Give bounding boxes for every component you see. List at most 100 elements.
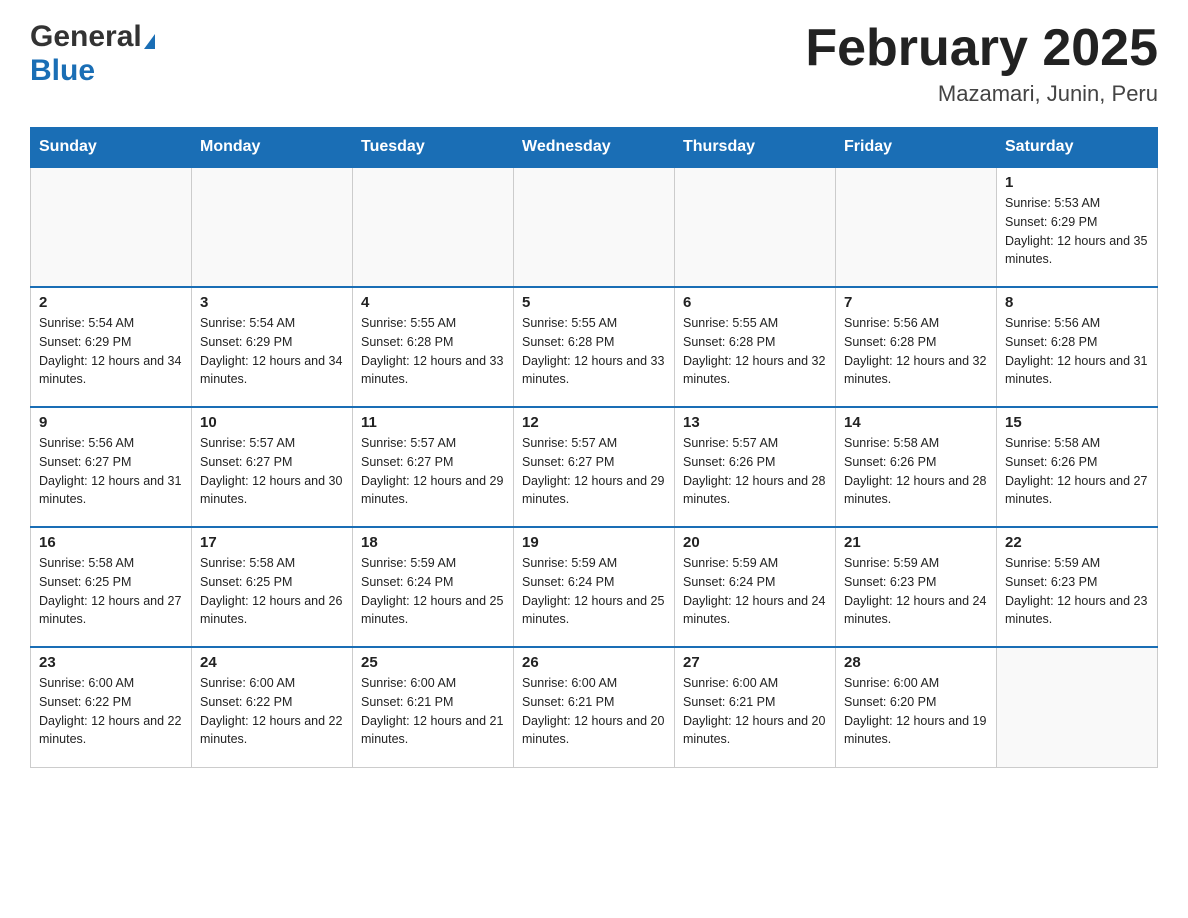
col-thursday: Thursday (675, 128, 836, 168)
day-number: 19 (522, 534, 666, 551)
day-info-text: Sunset: 6:23 PM (844, 573, 988, 592)
day-number: 16 (39, 534, 183, 551)
day-info-text: Sunset: 6:21 PM (522, 693, 666, 712)
col-tuesday: Tuesday (353, 128, 514, 168)
table-row: 5Sunrise: 5:55 AMSunset: 6:28 PMDaylight… (514, 287, 675, 407)
logo-top-line: General (30, 20, 155, 54)
table-row: 9Sunrise: 5:56 AMSunset: 6:27 PMDaylight… (31, 407, 192, 527)
calendar-week-row: 23Sunrise: 6:00 AMSunset: 6:22 PMDayligh… (31, 647, 1158, 767)
day-info-text: Sunrise: 6:00 AM (361, 674, 505, 693)
day-info-text: Sunset: 6:24 PM (361, 573, 505, 592)
table-row: 28Sunrise: 6:00 AMSunset: 6:20 PMDayligh… (836, 647, 997, 767)
day-info-text: Daylight: 12 hours and 19 minutes. (844, 712, 988, 750)
day-number: 17 (200, 534, 344, 551)
day-info-text: Daylight: 12 hours and 27 minutes. (1005, 472, 1149, 510)
calendar-week-row: 16Sunrise: 5:58 AMSunset: 6:25 PMDayligh… (31, 527, 1158, 647)
day-info-text: Sunset: 6:20 PM (844, 693, 988, 712)
day-number: 21 (844, 534, 988, 551)
day-number: 20 (683, 534, 827, 551)
day-info-text: Daylight: 12 hours and 24 minutes. (683, 592, 827, 630)
day-info-text: Sunrise: 6:00 AM (200, 674, 344, 693)
table-row: 2Sunrise: 5:54 AMSunset: 6:29 PMDaylight… (31, 287, 192, 407)
col-sunday: Sunday (31, 128, 192, 168)
day-info-text: Daylight: 12 hours and 35 minutes. (1005, 232, 1149, 270)
logo-bottom-line: Blue (30, 54, 95, 88)
day-info-text: Daylight: 12 hours and 33 minutes. (522, 352, 666, 390)
day-info-text: Sunset: 6:29 PM (1005, 213, 1149, 232)
logo: General Blue (30, 20, 155, 88)
day-info-text: Sunrise: 5:59 AM (522, 554, 666, 573)
day-number: 2 (39, 294, 183, 311)
day-number: 13 (683, 414, 827, 431)
calendar-week-row: 1Sunrise: 5:53 AMSunset: 6:29 PMDaylight… (31, 167, 1158, 287)
table-row: 27Sunrise: 6:00 AMSunset: 6:21 PMDayligh… (675, 647, 836, 767)
day-info-text: Sunrise: 5:56 AM (1005, 314, 1149, 333)
day-info-text: Daylight: 12 hours and 34 minutes. (39, 352, 183, 390)
day-info-text: Sunrise: 6:00 AM (522, 674, 666, 693)
day-info-text: Sunrise: 5:58 AM (1005, 434, 1149, 453)
table-row: 22Sunrise: 5:59 AMSunset: 6:23 PMDayligh… (997, 527, 1158, 647)
day-info-text: Sunset: 6:28 PM (361, 333, 505, 352)
day-info-text: Sunset: 6:23 PM (1005, 573, 1149, 592)
table-row (836, 167, 997, 287)
day-info-text: Sunrise: 5:56 AM (39, 434, 183, 453)
table-row (353, 167, 514, 287)
day-info-text: Sunset: 6:25 PM (39, 573, 183, 592)
day-number: 18 (361, 534, 505, 551)
table-row: 1Sunrise: 5:53 AMSunset: 6:29 PMDaylight… (997, 167, 1158, 287)
day-info-text: Daylight: 12 hours and 29 minutes. (522, 472, 666, 510)
table-row: 16Sunrise: 5:58 AMSunset: 6:25 PMDayligh… (31, 527, 192, 647)
day-number: 4 (361, 294, 505, 311)
calendar-week-row: 2Sunrise: 5:54 AMSunset: 6:29 PMDaylight… (31, 287, 1158, 407)
logo-general: General (30, 20, 142, 53)
table-row: 13Sunrise: 5:57 AMSunset: 6:26 PMDayligh… (675, 407, 836, 527)
day-number: 26 (522, 654, 666, 671)
day-info-text: Sunset: 6:27 PM (39, 453, 183, 472)
table-row: 17Sunrise: 5:58 AMSunset: 6:25 PMDayligh… (192, 527, 353, 647)
day-info-text: Daylight: 12 hours and 28 minutes. (683, 472, 827, 510)
day-info-text: Sunset: 6:28 PM (844, 333, 988, 352)
table-row: 21Sunrise: 5:59 AMSunset: 6:23 PMDayligh… (836, 527, 997, 647)
day-info-text: Daylight: 12 hours and 30 minutes. (200, 472, 344, 510)
page-header: General Blue February 2025 Mazamari, Jun… (30, 20, 1158, 107)
location-title: Mazamari, Junin, Peru (805, 81, 1158, 107)
day-info-text: Sunrise: 5:58 AM (844, 434, 988, 453)
day-info-text: Sunrise: 5:59 AM (683, 554, 827, 573)
day-info-text: Sunset: 6:28 PM (522, 333, 666, 352)
table-row: 4Sunrise: 5:55 AMSunset: 6:28 PMDaylight… (353, 287, 514, 407)
day-info-text: Sunset: 6:21 PM (361, 693, 505, 712)
day-info-text: Sunset: 6:24 PM (683, 573, 827, 592)
day-info-text: Sunrise: 5:56 AM (844, 314, 988, 333)
day-info-text: Daylight: 12 hours and 28 minutes. (844, 472, 988, 510)
day-info-text: Sunset: 6:27 PM (200, 453, 344, 472)
col-friday: Friday (836, 128, 997, 168)
day-info-text: Sunrise: 5:59 AM (1005, 554, 1149, 573)
table-row: 7Sunrise: 5:56 AMSunset: 6:28 PMDaylight… (836, 287, 997, 407)
day-info-text: Sunrise: 5:54 AM (39, 314, 183, 333)
day-info-text: Sunset: 6:28 PM (683, 333, 827, 352)
table-row: 12Sunrise: 5:57 AMSunset: 6:27 PMDayligh… (514, 407, 675, 527)
table-row: 25Sunrise: 6:00 AMSunset: 6:21 PMDayligh… (353, 647, 514, 767)
day-info-text: Sunrise: 5:58 AM (39, 554, 183, 573)
day-info-text: Sunrise: 5:55 AM (361, 314, 505, 333)
day-number: 10 (200, 414, 344, 431)
day-info-text: Sunrise: 6:00 AM (683, 674, 827, 693)
table-row: 20 Sunrise: 5:59 AMSunset: 6:24 PMDayligh… (675, 527, 836, 647)
table-row (192, 167, 353, 287)
day-number: 25 (361, 654, 505, 671)
day-info-text: Daylight: 12 hours and 20 minutes. (522, 712, 666, 750)
table-row: 18Sunrise: 5:59 AMSunset: 6:24 PMDayligh… (353, 527, 514, 647)
day-info-text: Daylight: 12 hours and 22 minutes. (39, 712, 183, 750)
logo-blue: Blue (30, 54, 95, 87)
table-row: 15Sunrise: 5:58 AMSunset: 6:26 PMDayligh… (997, 407, 1158, 527)
table-row: 11Sunrise: 5:57 AMSunset: 6:27 PMDayligh… (353, 407, 514, 527)
day-info-text: Sunset: 6:25 PM (200, 573, 344, 592)
day-number: 6 (683, 294, 827, 311)
day-info-text: Sunrise: 5:55 AM (522, 314, 666, 333)
day-number: 11 (361, 414, 505, 431)
day-info-text: Daylight: 12 hours and 23 minutes. (1005, 592, 1149, 630)
table-row: 8Sunrise: 5:56 AMSunset: 6:28 PMDaylight… (997, 287, 1158, 407)
day-info-text: Sunset: 6:22 PM (39, 693, 183, 712)
day-info-text: Sunset: 6:21 PM (683, 693, 827, 712)
day-info-text: Sunrise: 5:55 AM (683, 314, 827, 333)
